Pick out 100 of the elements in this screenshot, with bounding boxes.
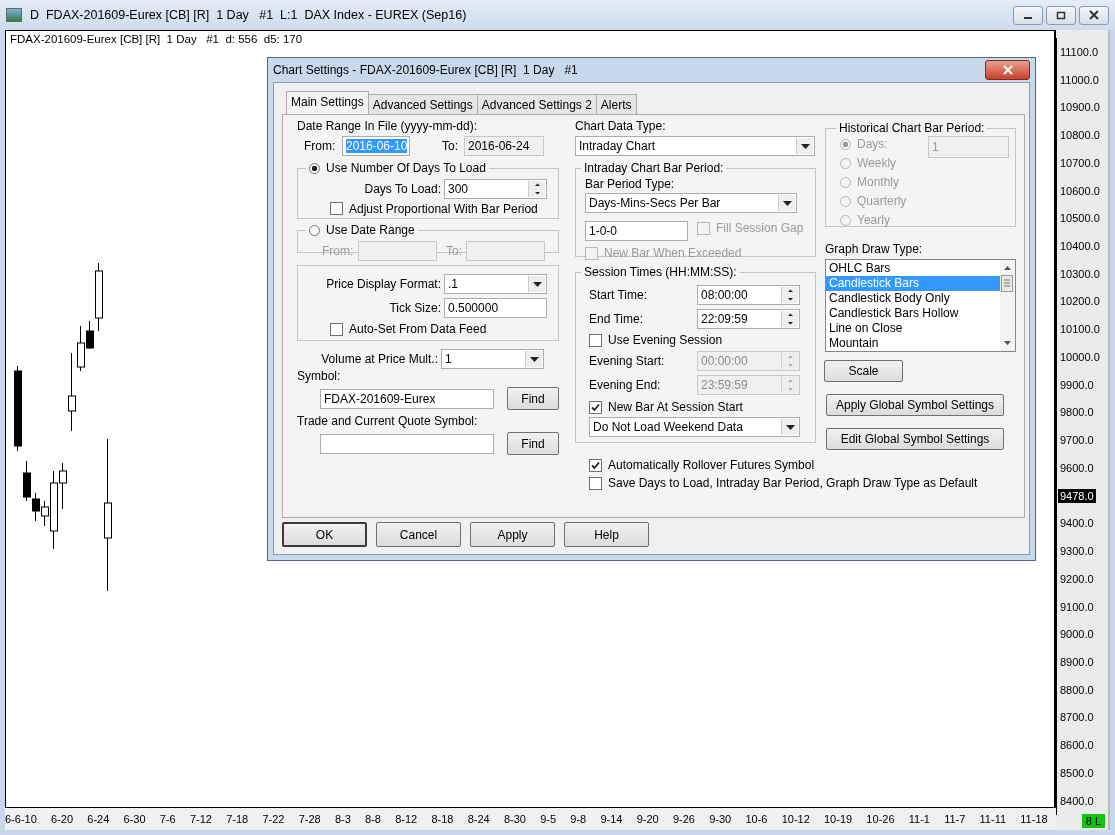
- close-icon: [1002, 65, 1013, 75]
- date-axis-label: 9-30: [709, 813, 732, 825]
- global-symbol-settings-button[interactable]: Edit Global Symbol Settings: [826, 428, 1004, 450]
- date-axis-label: 9-26: [672, 813, 695, 825]
- tab[interactable]: Main Settings: [286, 91, 369, 114]
- price-axis-label: 9900.0: [1059, 378, 1094, 391]
- price-axis-label: 10900.0: [1059, 101, 1100, 114]
- dialog-button[interactable]: Cancel: [376, 522, 461, 547]
- global-symbol-settings-button[interactable]: Apply Global Symbol Settings: [826, 394, 1004, 416]
- radio-button[interactable]: Use Number Of Days To Load: [309, 161, 486, 175]
- date-axis-label: 7-18: [226, 813, 249, 825]
- tab[interactable]: Alerts: [595, 94, 637, 114]
- restore-icon: [1056, 10, 1066, 20]
- to-label: To:: [446, 243, 463, 258]
- volume-mult-label: Volume at Price Mult.:: [320, 352, 439, 366]
- spin-arrows-icon[interactable]: [781, 311, 798, 327]
- chart-window-icon: [6, 8, 22, 22]
- date-axis-label: 10-12: [781, 813, 810, 825]
- from-label: From:: [322, 243, 355, 258]
- price-format-dropdown[interactable]: .1: [444, 274, 547, 294]
- option-checkbox[interactable]: Save Days to Load, Intraday Bar Period, Graph Draw Type as Default: [589, 476, 978, 490]
- minimize-icon: [1024, 17, 1032, 19]
- close-icon: [1089, 10, 1099, 20]
- group-title: Intraday Chart Bar Period:: [584, 161, 724, 175]
- scale-button[interactable]: Scale: [824, 360, 903, 382]
- time-label: Evening Start:: [589, 354, 666, 368]
- date-axis-label: 10-26: [866, 813, 895, 825]
- price-axis-label: 10100.0: [1059, 323, 1100, 336]
- price-axis-label: 11000.0: [1059, 73, 1099, 86]
- price-axis-label: 9400.0: [1059, 517, 1094, 530]
- find-button[interactable]: Find: [507, 387, 559, 410]
- price-axis-label: 9300.0: [1059, 545, 1094, 558]
- to-date-field[interactable]: 2016-06-24: [464, 136, 544, 156]
- status-badge: 8 L: [1081, 814, 1105, 828]
- price-axis-label: 10500.0: [1059, 212, 1100, 225]
- date-axis-label: 6-30: [123, 813, 146, 825]
- dialog-button[interactable]: Help: [564, 522, 649, 547]
- bar-period-type-dropdown[interactable]: Days-Mins-Secs Per Bar: [585, 193, 797, 213]
- quote-symbol-field[interactable]: [320, 433, 494, 454]
- radio-button[interactable]: Use Date Range: [309, 223, 415, 237]
- chart-data-type-label: Chart Data Type:: [575, 119, 667, 133]
- price-axis-label: 8500.0: [1059, 766, 1094, 779]
- dialog-button[interactable]: Apply: [470, 522, 555, 547]
- list-item[interactable]: Candlestick Body Only: [826, 291, 1000, 306]
- date-axis-label: 7-28: [298, 813, 321, 825]
- volume-mult-dropdown[interactable]: 1: [441, 349, 544, 369]
- tick-size-field[interactable]: 0.500000: [444, 298, 547, 318]
- chart-header: FDAX-201609-Eurex [CB] [R] 1 Day #1 d: 556 d5: 170: [9, 32, 304, 47]
- bar-period-field[interactable]: 1-0-0: [585, 221, 688, 241]
- spin-arrows-icon[interactable]: [781, 287, 798, 303]
- list-item[interactable]: Line on Close: [826, 321, 1000, 336]
- restore-button[interactable]: [1046, 5, 1076, 25]
- date-axis-label: 9-14: [600, 813, 623, 825]
- price-axis-label: 8800.0: [1059, 683, 1094, 696]
- date-axis-label: 8-8: [365, 813, 381, 825]
- find-button[interactable]: Find: [507, 432, 559, 455]
- close-button[interactable]: [985, 60, 1030, 80]
- auto-set-checkbox[interactable]: Auto-Set From Data Feed: [330, 322, 487, 336]
- date-axis-label: 11-7: [944, 813, 966, 825]
- option-checkbox[interactable]: Automatically Rollover Futures Symbol: [589, 458, 815, 472]
- date-axis-label: 9-5: [540, 813, 557, 825]
- list-item[interactable]: OHLC Bars: [826, 261, 1000, 276]
- list-item[interactable]: Candlestick Bars Hollow: [826, 306, 1000, 321]
- date-axis-label: 11-18: [1020, 813, 1048, 825]
- price-axis-label: 10700.0: [1059, 156, 1100, 169]
- time-spinbox[interactable]: 08:00:00: [697, 285, 800, 305]
- scrollbar[interactable]: [1000, 260, 1015, 351]
- days-spinbox[interactable]: 300: [444, 178, 547, 199]
- symbol-field[interactable]: FDAX-201609-Eurex: [320, 388, 494, 409]
- date-axis-label: 7-22: [262, 813, 285, 825]
- to-label: To:: [442, 139, 459, 153]
- price-axis-label: 10300.0: [1059, 267, 1100, 280]
- date-axis-label: 6-20: [51, 813, 74, 825]
- price-axis-label: 9800.0: [1059, 406, 1094, 419]
- tab[interactable]: Advanced Settings 2: [476, 94, 597, 114]
- price-axis-label: 8900.0: [1059, 656, 1094, 668]
- minimize-button[interactable]: [1013, 5, 1043, 25]
- price-axis-label: 10200.0: [1059, 295, 1100, 308]
- weekend-data-dropdown[interactable]: Do Not Load Weekend Data: [589, 417, 800, 437]
- dialog-button[interactable]: OK: [282, 522, 367, 547]
- chart-data-type-dropdown[interactable]: Intraday Chart: [575, 136, 815, 156]
- date-axis-label: 9-20: [636, 813, 659, 825]
- days-to-load-label: Days To Load:: [363, 181, 442, 196]
- date-axis-label: 8-24: [467, 813, 490, 825]
- tab[interactable]: Advanced Settings: [367, 94, 478, 114]
- list-item[interactable]: Mountain: [826, 336, 1000, 351]
- spin-arrows-icon[interactable]: [528, 180, 545, 197]
- time-label: End Time:: [589, 312, 645, 326]
- close-button[interactable]: [1079, 5, 1109, 25]
- price-axis-label: 10000.0: [1059, 350, 1100, 363]
- adjust-proportional-checkbox[interactable]: Adjust Proportional With Bar Period: [330, 201, 538, 216]
- date-axis-label: 10-19: [824, 813, 853, 825]
- time-spinbox[interactable]: 22:09:59: [697, 309, 800, 329]
- date-axis-label: 8-18: [431, 813, 454, 825]
- date-axis-label: 7-6: [159, 813, 176, 825]
- price-axis-label: 9000.0: [1059, 628, 1094, 641]
- use-evening-session-checkbox[interactable]: Use Evening Session: [589, 333, 723, 347]
- price-axis-label: 8700.0: [1059, 711, 1094, 724]
- date-axis-label: 8-12: [395, 813, 418, 825]
- new-bar-at-session-start-checkbox[interactable]: New Bar At Session Start: [589, 400, 743, 414]
